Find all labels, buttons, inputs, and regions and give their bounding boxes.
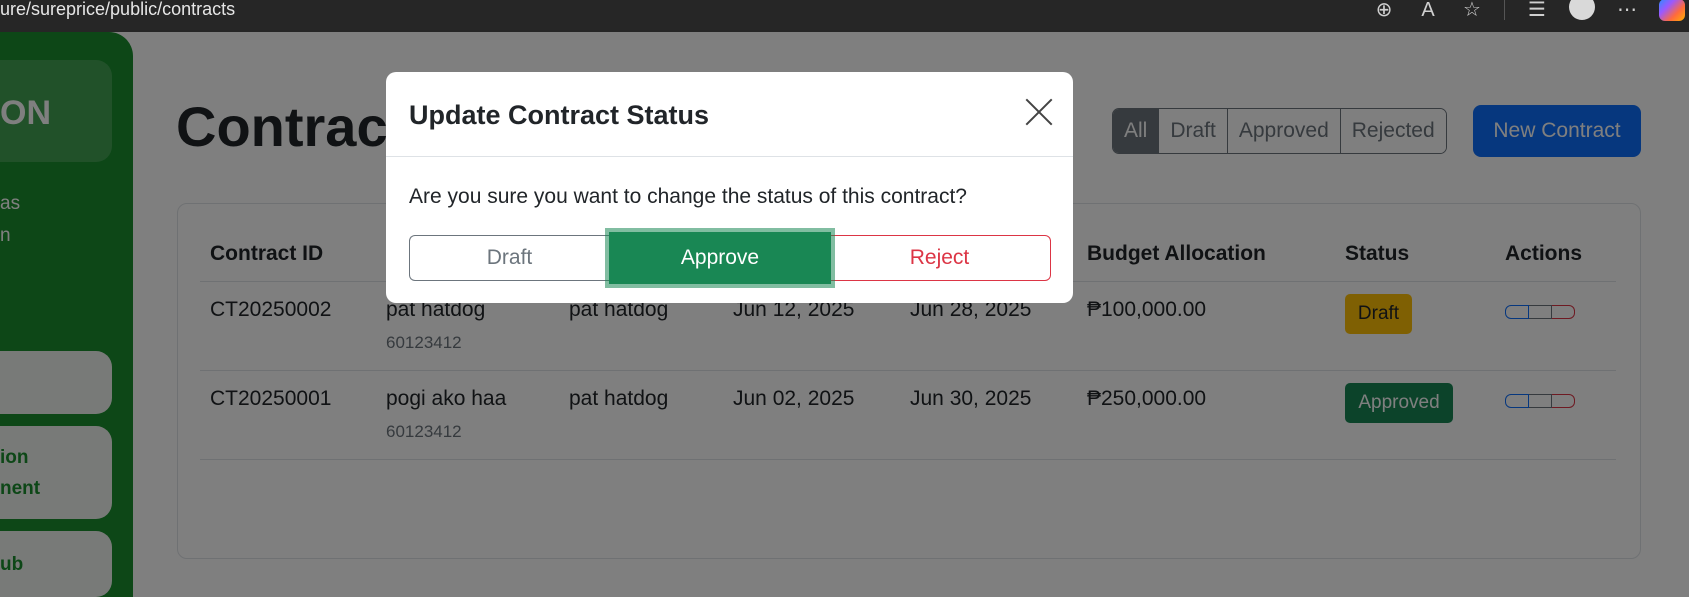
browser-toolbar: ure/sureprice/public/contracts ⊕ A ☆ ☰ ⋯ <box>0 0 1689 32</box>
more-icon[interactable]: ⋯ <box>1615 0 1639 20</box>
set-draft-button[interactable]: Draft <box>409 235 609 281</box>
browser-actions: ⊕ A ☆ ☰ ⋯ <box>1372 0 1689 21</box>
favorites-list-icon[interactable]: ☰ <box>1525 0 1549 20</box>
close-icon[interactable] <box>1025 98 1053 126</box>
modal-title: Update Contract Status <box>409 100 710 130</box>
status-button-group: Draft Approve Reject <box>409 232 1051 284</box>
read-aloud-icon[interactable]: A <box>1416 0 1440 20</box>
profile-avatar-icon[interactable] <box>1569 0 1595 20</box>
toolbar-divider <box>1504 0 1505 20</box>
reject-button[interactable]: Reject <box>829 235 1051 281</box>
modal-message: Are you sure you want to change the stat… <box>409 185 967 208</box>
approve-button[interactable]: Approve <box>609 232 831 284</box>
zoom-icon[interactable]: ⊕ <box>1372 0 1396 20</box>
favorite-star-icon[interactable]: ☆ <box>1460 0 1484 20</box>
address-bar[interactable]: ure/sureprice/public/contracts <box>0 0 235 18</box>
update-status-modal: Update Contract Status Are you sure you … <box>386 72 1073 303</box>
modal-header: Update Contract Status <box>386 72 1073 157</box>
copilot-icon[interactable] <box>1659 0 1685 21</box>
